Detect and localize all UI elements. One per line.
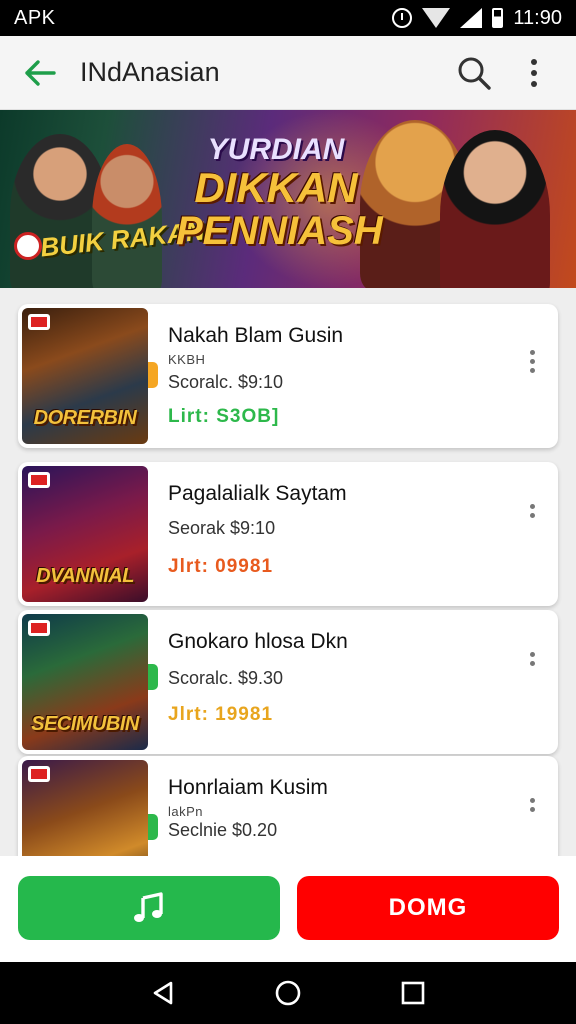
game-logo: DVANNIAL bbox=[36, 565, 134, 587]
item-more-button[interactable] bbox=[520, 790, 544, 820]
dot bbox=[529, 367, 535, 373]
game-logo: SECIMUBIN bbox=[31, 713, 139, 735]
dot bbox=[529, 807, 535, 812]
app-bar: INdAnasian bbox=[0, 36, 576, 110]
circle-home-icon bbox=[275, 980, 301, 1006]
dot bbox=[529, 652, 535, 657]
dot bbox=[529, 513, 535, 518]
system-nav-bar bbox=[0, 962, 576, 1024]
square-recents-icon bbox=[402, 981, 425, 1005]
game-price: Seorak $9:10 bbox=[168, 518, 276, 538]
banner-hero-right bbox=[440, 130, 550, 288]
domg-button[interactable]: DOMG bbox=[297, 876, 559, 940]
game-thumbnail: DVANNIAL bbox=[22, 466, 148, 602]
status-marker bbox=[148, 814, 158, 840]
dot bbox=[529, 358, 535, 364]
banner-title-line2: DIKKAN bbox=[194, 163, 358, 211]
game-title: Gnokaro hlosa Dkn bbox=[168, 630, 348, 653]
thumbnail-badge-icon bbox=[28, 766, 50, 782]
game-status: Jlrt: 09981 bbox=[168, 556, 274, 577]
arrow-left-icon bbox=[25, 59, 56, 86]
game-price: Scoralc. $9:10 bbox=[168, 372, 284, 392]
dot bbox=[529, 798, 535, 803]
game-title: Pagalalialk Saytam bbox=[168, 482, 347, 505]
more-menu-button[interactable] bbox=[512, 51, 556, 95]
list-item[interactable]: SECIMUBIN Gnokaro hlosa Dkn Scoralc. $9.… bbox=[18, 610, 558, 754]
triangle-back-icon bbox=[153, 981, 172, 1005]
game-price: Scoralc. $9.30 bbox=[168, 668, 284, 688]
banner-hero-left-2 bbox=[92, 144, 162, 288]
promo-banner[interactable]: BUIK RAKAN YURDIAN DIKKAN PENNIASH bbox=[0, 110, 576, 288]
banner-title-line1: YURDIAN bbox=[207, 133, 345, 166]
wifi-icon bbox=[422, 8, 451, 28]
nav-back-button[interactable] bbox=[143, 973, 183, 1013]
list-item[interactable]: DORERBIN Nakah Blam Gusin KKBH Scoralc. … bbox=[18, 304, 558, 448]
game-subtitle: KKBH bbox=[168, 352, 206, 367]
list-item[interactable]: DVANNIAL Pagalalialk Saytam Seorak $9:10… bbox=[18, 462, 558, 606]
alarm-icon bbox=[392, 8, 413, 28]
page-title: INdAnasian bbox=[80, 57, 220, 87]
carrier-label: APK bbox=[14, 6, 56, 29]
status-marker bbox=[148, 362, 158, 388]
nav-recents-button[interactable] bbox=[393, 973, 433, 1013]
game-thumbnail: DORERBIN bbox=[22, 308, 148, 444]
music-note-icon bbox=[134, 892, 163, 922]
status-icons: 11:90 bbox=[392, 7, 562, 30]
banner-title-line3: PENNIASH bbox=[176, 208, 383, 253]
battery-icon bbox=[492, 8, 504, 28]
dot bbox=[529, 504, 535, 509]
bottom-action-bar: DOMG bbox=[0, 856, 576, 962]
game-subtitle: lakPn bbox=[168, 804, 204, 819]
status-marker bbox=[148, 664, 158, 690]
item-more-button[interactable] bbox=[520, 496, 544, 526]
more-vertical-icon bbox=[531, 58, 537, 87]
back-button[interactable] bbox=[20, 53, 60, 93]
game-status: Jlrt: 19981 bbox=[168, 704, 274, 725]
search-icon bbox=[458, 57, 491, 90]
game-thumbnail: SECIMUBIN bbox=[22, 614, 148, 750]
nav-home-button[interactable] bbox=[268, 973, 308, 1013]
status-bar: APK 11:90 bbox=[0, 0, 576, 36]
music-button[interactable] bbox=[18, 876, 280, 940]
status-time: 11:90 bbox=[513, 6, 562, 29]
game-title: Honrlaiam Kusim bbox=[168, 776, 328, 799]
game-title: Nakah Blam Gusin bbox=[168, 324, 344, 347]
item-more-button[interactable] bbox=[520, 644, 544, 674]
search-button[interactable] bbox=[452, 51, 496, 95]
item-more-button[interactable] bbox=[520, 346, 544, 376]
signal-icon bbox=[460, 8, 483, 28]
game-logo: DORERBIN bbox=[33, 407, 137, 429]
dot bbox=[529, 661, 535, 666]
dot bbox=[529, 349, 535, 355]
game-status: Lirt: S3OB] bbox=[168, 406, 280, 427]
banner-badge-icon bbox=[14, 232, 42, 260]
thumbnail-badge-icon bbox=[28, 472, 50, 488]
thumbnail-badge-icon bbox=[28, 314, 50, 330]
thumbnail-badge-icon bbox=[28, 620, 50, 636]
game-price: Seclnie $0.20 bbox=[168, 820, 278, 840]
banner-title: YURDIAN DIKKAN PENNIASH bbox=[176, 133, 383, 253]
